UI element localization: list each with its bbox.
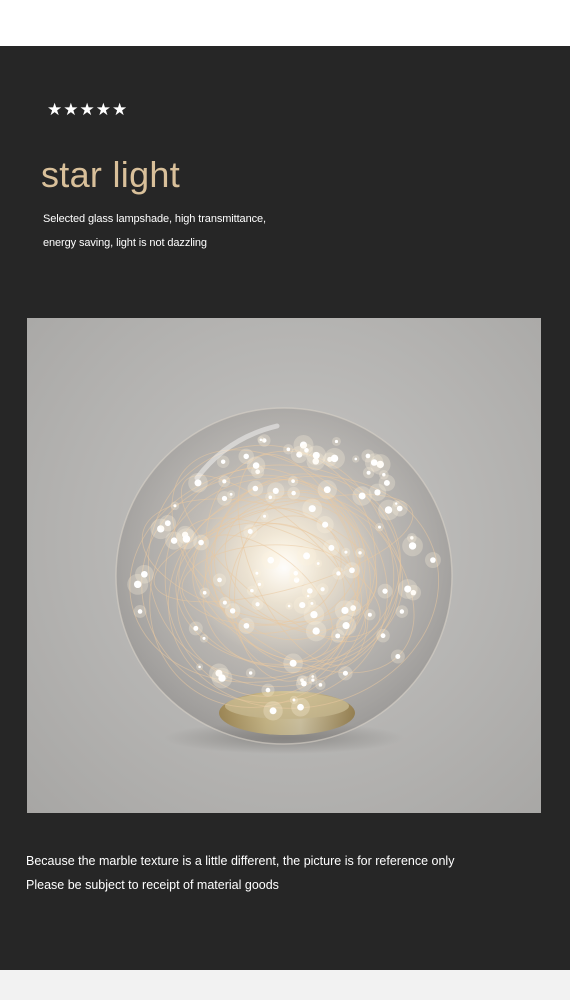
top-spacer — [0, 0, 570, 46]
light-point — [334, 439, 339, 444]
light-point — [222, 479, 227, 484]
light-point — [297, 703, 304, 711]
light-point — [342, 622, 350, 630]
light-point — [311, 678, 315, 682]
light-point — [194, 479, 202, 487]
light-point — [316, 562, 320, 565]
light-point — [308, 505, 316, 513]
light-point — [358, 492, 366, 500]
light-point — [182, 535, 191, 543]
light-point — [303, 552, 311, 560]
light-point — [229, 608, 236, 614]
light-point — [164, 520, 171, 527]
light-point — [247, 529, 253, 535]
light-point — [272, 487, 279, 494]
product-photo — [27, 318, 541, 813]
light-point — [198, 539, 204, 546]
light-point — [193, 625, 199, 631]
light-point — [328, 544, 335, 551]
light-point — [268, 495, 273, 500]
light-point — [374, 489, 381, 496]
light-point — [336, 571, 341, 576]
light-point — [322, 521, 329, 528]
light-point — [399, 609, 405, 614]
disclaimer-line2: Please be subject to receipt of material… — [26, 878, 279, 892]
light-point — [299, 601, 306, 609]
light-point — [250, 588, 254, 593]
light-point — [252, 485, 259, 492]
rating-stars: ★★★★★ — [47, 100, 129, 120]
light-point — [293, 571, 299, 576]
light-point — [384, 506, 393, 514]
light-point — [291, 479, 295, 483]
bottom-spacer — [0, 970, 570, 1000]
light-point — [383, 479, 390, 486]
light-point — [430, 557, 436, 563]
light-point — [269, 707, 277, 715]
light-point — [289, 659, 297, 667]
light-point — [267, 556, 275, 564]
light-point — [243, 622, 250, 629]
light-point — [263, 514, 267, 518]
light-point — [354, 457, 358, 461]
feature-title: star light — [41, 154, 181, 195]
light-point — [301, 680, 307, 687]
light-point — [335, 633, 341, 639]
light-point — [341, 606, 349, 615]
light-point — [218, 674, 226, 682]
light-point — [408, 542, 417, 550]
disclaimer-line1: Because the marble texture is a little d… — [26, 854, 455, 868]
light-point — [255, 602, 260, 607]
light-point — [382, 588, 388, 594]
light-point — [220, 459, 226, 464]
light-point — [221, 495, 228, 502]
light-point — [380, 633, 386, 639]
light-point — [312, 627, 320, 635]
light-point — [248, 671, 253, 675]
light-point — [243, 453, 249, 460]
light-point — [291, 490, 296, 496]
feature-description-line2: energy saving, light is not dazzling — [43, 237, 207, 249]
light-point — [202, 590, 207, 595]
light-point — [265, 687, 271, 693]
light-point — [330, 454, 339, 463]
light-point — [377, 525, 382, 529]
light-point — [170, 537, 178, 544]
light-point — [252, 462, 260, 469]
light-point — [137, 609, 143, 614]
light-point — [318, 682, 323, 687]
feature-description-line1: Selected glass lampshade, high transmitt… — [43, 213, 266, 225]
light-point — [366, 470, 371, 475]
light-point — [217, 577, 222, 583]
light-point — [358, 551, 362, 555]
light-point — [349, 567, 355, 574]
product-feature-panel: ★★★★★ star light Selected glass lampshad… — [0, 46, 570, 970]
light-point — [306, 594, 310, 598]
light-point — [342, 670, 348, 676]
light-point — [287, 604, 291, 608]
light-point — [259, 438, 263, 442]
light-point — [257, 582, 262, 587]
light-point — [367, 612, 372, 617]
light-point — [198, 665, 201, 669]
light-point — [320, 587, 325, 592]
light-point — [202, 636, 206, 640]
light-point — [394, 502, 398, 505]
light-point — [222, 600, 227, 605]
light-point — [312, 451, 320, 459]
light-point — [173, 504, 177, 508]
light-point — [404, 585, 412, 593]
light-point — [365, 453, 371, 459]
light-point — [286, 447, 291, 452]
light-point — [344, 550, 348, 554]
light-point — [323, 486, 331, 494]
light-point — [255, 571, 259, 575]
globe-lamp-illustration — [115, 407, 453, 754]
light-point — [395, 654, 401, 660]
light-point — [310, 610, 318, 619]
light-point — [141, 570, 148, 578]
